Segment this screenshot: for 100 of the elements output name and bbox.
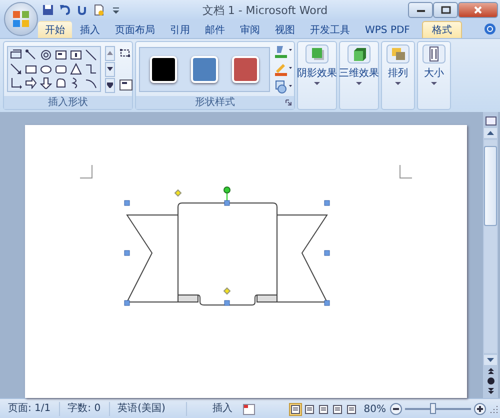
shape-icon[interactable] [55,63,67,75]
shape-icon[interactable] [10,63,22,75]
selection-handle[interactable] [224,300,230,306]
word-count[interactable]: 字数: 0 [60,402,110,416]
scroll-up-button[interactable] [484,128,497,138]
view-icon [290,404,300,414]
text-box-icon[interactable] [119,79,133,91]
ribbon-banner-shape[interactable] [126,202,328,306]
previous-page-icon[interactable] [486,367,494,375]
margin-mark [80,164,92,178]
adjust-handle[interactable] [174,189,182,197]
shape-icon[interactable] [25,77,37,89]
maximize-button[interactable] [433,2,458,18]
ribbon-tab[interactable]: 审阅 [233,21,267,38]
margin-mark [400,164,412,178]
insert-mode[interactable]: 插入 [186,402,241,416]
shape-icon[interactable] [70,63,82,75]
view-button[interactable] [316,402,330,416]
adjust-handle[interactable] [223,287,231,295]
office-logo-icon [11,9,31,29]
browse-object-icon[interactable] [486,377,494,385]
dropdown-icon [395,82,401,86]
group-label: 插入形状 [4,96,132,109]
window-title: 文档 1 - Microsoft Word [201,2,329,18]
shape-icon[interactable] [55,77,67,89]
selection-handle[interactable] [124,200,130,206]
style-swatch[interactable] [232,56,259,82]
style-swatch[interactable] [191,56,218,82]
view-button[interactable] [330,402,344,416]
size-icon [422,44,446,64]
ribbon-tab[interactable]: 开发工具 [303,21,357,38]
view-button[interactable] [288,402,302,416]
shape-icon[interactable] [40,63,52,75]
ribbon-tab[interactable]: 格式 [422,21,462,38]
outline-color-icon[interactable] [274,62,292,76]
style-swatch[interactable] [150,56,177,82]
down-arrow-icon [107,67,113,71]
selection-handle[interactable] [124,250,130,256]
resize-grip-icon [490,405,498,413]
scroll-thumb[interactable] [484,146,497,226]
shape-icon[interactable] [55,49,67,61]
shape-icon[interactable] [25,63,37,75]
close-button[interactable] [458,2,498,18]
ribbon-tab[interactable]: 插入 [73,21,107,38]
language[interactable]: 英语(美国) [110,402,187,416]
zoom-slider-thumb[interactable] [430,403,436,414]
zoom-in-button[interactable] [474,403,486,415]
ribbon-button[interactable]: 三维效果 [339,42,379,109]
print-preview-icon[interactable] [93,4,105,16]
view-button[interactable] [302,402,316,416]
dialog-launcher-icon[interactable] [285,99,292,106]
down-arrow-icon [487,358,494,362]
view-icon [304,404,314,414]
plus-icon [477,406,483,412]
redo-icon[interactable] [76,4,88,16]
selection-handle[interactable] [324,200,330,206]
scroll-down-button[interactable] [484,355,497,365]
shape-icon[interactable] [70,49,82,61]
dropdown-icon [356,82,362,86]
shape-icon[interactable] [10,49,22,61]
shape-icon[interactable] [85,63,97,75]
shapes-gallery[interactable] [7,46,101,92]
undo-icon[interactable] [59,4,71,16]
shape-icon[interactable] [10,77,22,89]
ribbon-tab[interactable]: 开始 [38,21,72,38]
selection-handle[interactable] [224,200,230,206]
dropdown-icon [314,82,320,86]
macro-record-icon[interactable] [242,404,255,414]
ruler-icon[interactable] [484,116,496,126]
ribbon-button[interactable]: 阴影效果 [297,42,337,109]
rotation-handle[interactable] [224,186,230,194]
minimize-button[interactable] [408,2,433,18]
selection-handle[interactable] [324,250,330,256]
scroll-down-button[interactable] [105,62,115,76]
ribbon-tab[interactable]: 页面布局 [108,21,162,38]
shape-icon[interactable] [85,77,97,89]
shape-icon[interactable] [85,49,97,61]
ribbon-tab[interactable]: WPS PDF [358,21,417,38]
ribbon-tab[interactable]: 引用 [163,21,197,38]
change-shape-icon[interactable] [274,80,292,94]
shape-icon[interactable] [40,49,52,61]
more-button[interactable] [105,78,115,92]
ribbon-tab[interactable]: 邮件 [198,21,232,38]
minus-icon [393,408,399,410]
up-arrow-icon [487,131,494,135]
fill-color-icon[interactable] [274,44,292,58]
view-button[interactable] [344,402,358,416]
up-arrow-icon [107,51,113,55]
selection-handle[interactable] [324,300,330,306]
ribbon-tab[interactable]: 视图 [268,21,302,38]
selection-handle[interactable] [124,300,130,306]
zoom-level[interactable]: 80% [364,404,386,414]
shape-icon[interactable] [40,77,52,89]
shape-icon[interactable] [25,49,37,61]
page-count[interactable]: 页面: 1/1 [0,402,60,416]
save-icon[interactable] [42,4,54,16]
help-icon[interactable] [484,23,496,35]
next-page-icon[interactable] [486,387,494,395]
dropdown-icon [431,82,437,86]
zoom-out-button[interactable] [390,403,402,415]
